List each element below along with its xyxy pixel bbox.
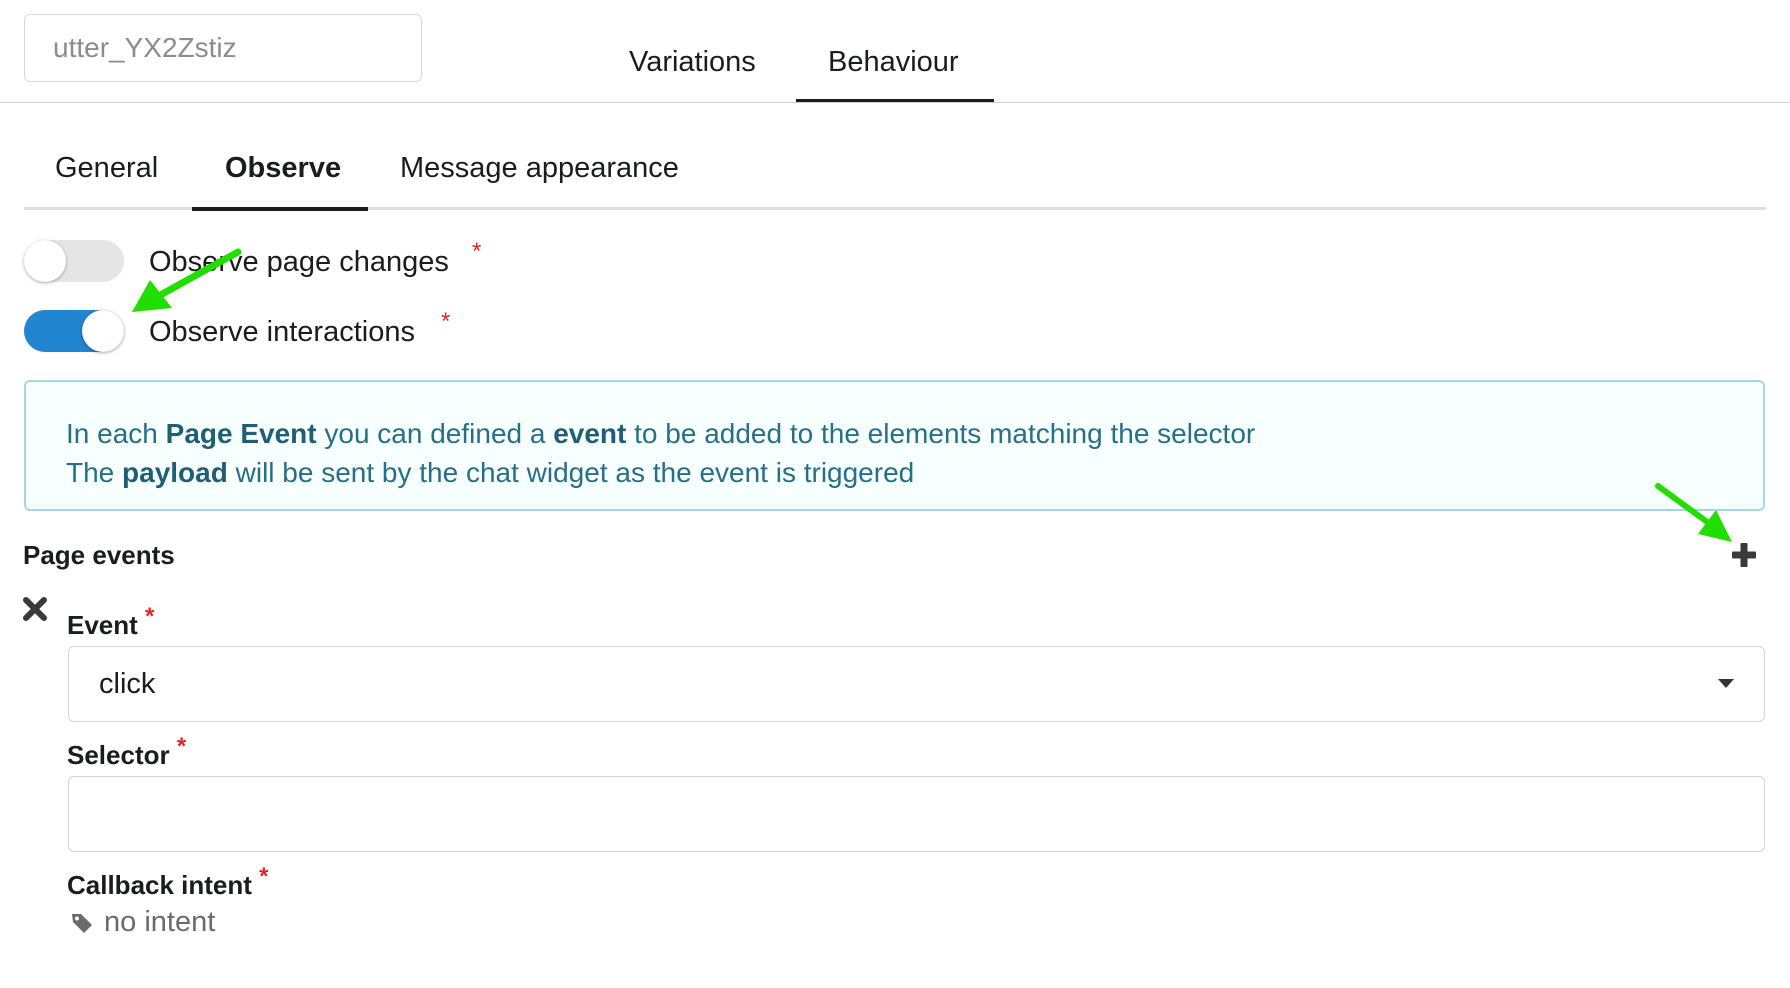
- toggle-knob: [82, 310, 124, 352]
- event-select[interactable]: click: [68, 646, 1765, 722]
- tab-behaviour[interactable]: Behaviour: [828, 46, 959, 79]
- close-icon: [23, 597, 47, 621]
- active-subtab-indicator: [192, 207, 368, 211]
- callback-intent-selector[interactable]: no intent: [70, 906, 215, 939]
- required-mark: *: [176, 733, 187, 760]
- tag-icon: [72, 913, 92, 933]
- subtab-general[interactable]: General: [55, 152, 158, 185]
- callback-intent-value: no intent: [104, 906, 216, 938]
- observe-interactions-label: Observe interactions: [149, 316, 415, 348]
- observe-interactions-toggle[interactable]: [24, 310, 124, 352]
- event-select-value: click: [99, 668, 156, 700]
- required-mark: *: [441, 308, 451, 335]
- event-label: Event *: [67, 603, 155, 640]
- name-input[interactable]: utter_YX2Zstiz: [24, 14, 422, 82]
- required-mark: *: [145, 603, 155, 630]
- tab-variations[interactable]: Variations: [629, 46, 756, 79]
- required-mark: *: [259, 863, 269, 890]
- callback-intent-label: Callback intent *: [67, 863, 269, 900]
- info-line-2: The payload will be sent by the chat wid…: [66, 457, 915, 488]
- toggle-knob: [24, 240, 66, 282]
- arrow-annotation-1: [132, 248, 242, 312]
- page-events-title: Page events: [23, 540, 175, 570]
- selector-input[interactable]: [68, 776, 1765, 852]
- remove-event-button[interactable]: [22, 596, 48, 622]
- observe-page-changes-toggle[interactable]: [24, 240, 124, 282]
- subtab-message-appearance[interactable]: Message appearance: [400, 152, 679, 185]
- dropdown-icon: [1718, 679, 1734, 688]
- arrow-annotation-2: [1655, 483, 1732, 542]
- info-line-1: In each Page Event you can defined a eve…: [66, 418, 1256, 449]
- info-message: In each Page Event you can defined a eve…: [24, 380, 1765, 511]
- top-tabs-divider: [0, 102, 1790, 103]
- selector-label: Selector *: [67, 733, 187, 770]
- required-mark: *: [472, 238, 482, 265]
- subtab-observe[interactable]: Observe: [225, 152, 341, 185]
